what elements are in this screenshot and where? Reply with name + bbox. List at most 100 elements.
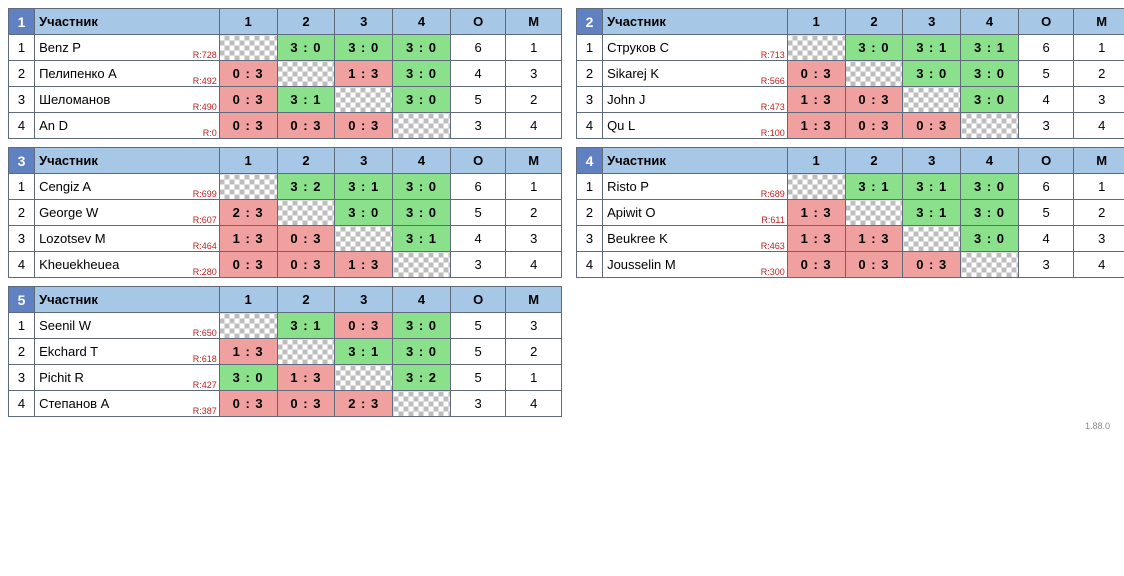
player-rating: R:566: [761, 76, 785, 86]
score-text: 3 : 1: [348, 344, 379, 359]
player-name: George W: [39, 205, 98, 220]
diagonal-cell: [335, 226, 393, 252]
score-text: 2 : 3: [348, 396, 379, 411]
group-number: 1: [9, 9, 35, 35]
score-cell: 3 : 1: [903, 200, 961, 226]
score-text: 0 : 3: [290, 257, 321, 272]
table-row: 2Пелипенко АR:4920 : 31 : 33 : 043: [9, 61, 562, 87]
place-header: М: [506, 287, 562, 313]
score-text: 3 : 0: [290, 40, 321, 55]
table-row: 4An DR:00 : 30 : 30 : 334: [9, 113, 562, 139]
player-cell: Шеломанов R:490: [35, 87, 220, 113]
player-index: 1: [577, 35, 603, 61]
round-header: 1: [219, 287, 277, 313]
player-cell: Qu LR:100: [603, 113, 788, 139]
round-header: 3: [335, 287, 393, 313]
score-text: 0 : 3: [233, 92, 264, 107]
player-cell: An DR:0: [35, 113, 220, 139]
points-cell: 6: [450, 174, 506, 200]
score-cell: 1 : 3: [787, 113, 845, 139]
score-text: 1 : 3: [290, 370, 321, 385]
score-cell: 1 : 3: [787, 87, 845, 113]
player-cell: Sikarej KR:566: [603, 61, 788, 87]
score-cell: 1 : 3: [335, 61, 393, 87]
score-text: 3 : 0: [406, 66, 437, 81]
score-text: 0 : 3: [233, 257, 264, 272]
place-cell: 3: [506, 61, 562, 87]
player-rating: R:463: [761, 241, 785, 251]
score-text: 3 : 0: [348, 40, 379, 55]
table-row: 4KheuekheueaR:2800 : 30 : 31 : 334: [9, 252, 562, 278]
player-name: Ekchard T: [39, 344, 98, 359]
table-row: 3Шеломанов R:4900 : 33 : 13 : 052: [9, 87, 562, 113]
place-cell: 1: [506, 174, 562, 200]
points-cell: 4: [450, 226, 506, 252]
table-row: 1Cengiz AR:6993 : 23 : 13 : 061: [9, 174, 562, 200]
player-rating: R:464: [193, 241, 217, 251]
points-cell: 3: [1018, 252, 1074, 278]
score-cell: 2 : 3: [219, 200, 277, 226]
place-cell: 4: [1074, 252, 1124, 278]
score-cell: 0 : 3: [277, 226, 335, 252]
score-cell: 2 : 3: [335, 391, 393, 417]
player-name: Risto P: [607, 179, 649, 194]
player-name: Шеломанов: [39, 92, 110, 107]
group-number: 5: [9, 287, 35, 313]
table-row: 4Степанов АR:3870 : 30 : 32 : 334: [9, 391, 562, 417]
points-cell: 3: [1018, 113, 1074, 139]
participant-header: Участник: [35, 9, 220, 35]
round-header: 4: [393, 148, 451, 174]
score-text: 1 : 3: [801, 92, 832, 107]
points-cell: 5: [450, 87, 506, 113]
score-cell: 3 : 0: [961, 87, 1019, 113]
score-text: 3 : 1: [406, 231, 437, 246]
score-cell: 3 : 0: [393, 339, 451, 365]
score-text: 1 : 3: [801, 231, 832, 246]
score-text: 0 : 3: [858, 118, 889, 133]
score-cell: 3 : 0: [961, 174, 1019, 200]
score-text: 0 : 3: [916, 118, 947, 133]
round-header: 2: [277, 9, 335, 35]
score-text: 3 : 1: [290, 318, 321, 333]
round-header: 2: [845, 148, 903, 174]
player-cell: Benz PR:728: [35, 35, 220, 61]
score-text: 3 : 1: [916, 40, 947, 55]
player-name: Jousselin M: [607, 257, 676, 272]
participant-header: Участник: [35, 148, 220, 174]
score-cell: 3 : 1: [845, 174, 903, 200]
footer-version: 1.88.0: [8, 417, 1116, 431]
score-cell: 3 : 1: [393, 226, 451, 252]
place-cell: 2: [1074, 61, 1124, 87]
round-header: 3: [903, 9, 961, 35]
diagonal-cell: [903, 87, 961, 113]
round-header: 4: [961, 148, 1019, 174]
round-header: 1: [787, 9, 845, 35]
player-cell: Pichit RR:427: [35, 365, 220, 391]
place-cell: 2: [1074, 200, 1124, 226]
score-text: 3 : 1: [916, 205, 947, 220]
group-number: 3: [9, 148, 35, 174]
points-cell: 3: [450, 252, 506, 278]
player-name: Seenil W: [39, 318, 91, 333]
diagonal-cell: [845, 200, 903, 226]
score-text: 3 : 0: [974, 179, 1005, 194]
table-row: 4Qu LR:1001 : 30 : 30 : 334: [577, 113, 1124, 139]
player-cell: Степанов АR:387: [35, 391, 220, 417]
score-text: 3 : 0: [406, 92, 437, 107]
score-text: 3 : 0: [406, 344, 437, 359]
round-header: 1: [787, 148, 845, 174]
diagonal-cell: [787, 174, 845, 200]
player-rating: R:427: [193, 380, 217, 390]
diagonal-cell: [219, 35, 277, 61]
place-cell: 3: [506, 226, 562, 252]
score-text: 1 : 3: [801, 118, 832, 133]
diagonal-cell: [277, 200, 335, 226]
score-text: 3 : 0: [406, 40, 437, 55]
score-text: 0 : 3: [233, 66, 264, 81]
score-text: 3 : 0: [974, 231, 1005, 246]
round-header: 4: [393, 9, 451, 35]
player-rating: R:0: [203, 128, 217, 138]
points-cell: 5: [450, 365, 506, 391]
player-index: 2: [577, 200, 603, 226]
group-table: 1Участник1234ОМ1Benz PR:7283 : 03 : 03 :…: [8, 8, 562, 139]
